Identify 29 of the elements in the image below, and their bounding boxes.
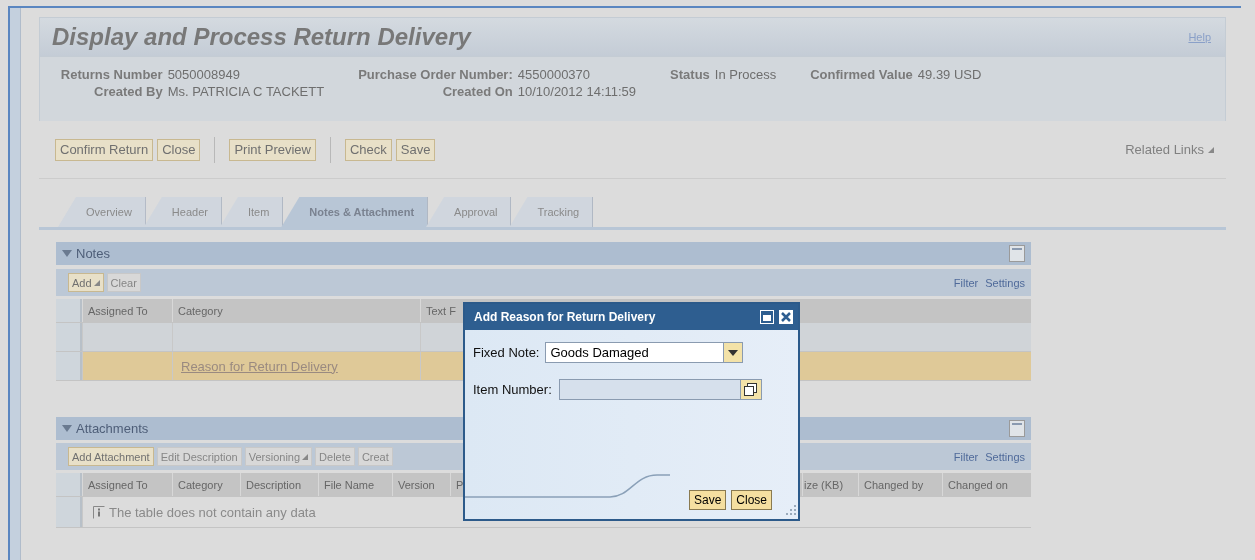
column-header: Category [172, 473, 240, 496]
field-value: In Process [713, 67, 777, 82]
field-label: Created On [441, 84, 513, 99]
field-label: Fixed Note: [473, 345, 540, 360]
field-value: 10/10/2012 14:11:59 [516, 84, 637, 99]
empty-table-message: The table does not contain any data [109, 504, 316, 520]
column-header: Changed on [942, 473, 1031, 496]
field-label: Confirmed Value [809, 67, 913, 82]
column-header: Assigned To [82, 299, 172, 322]
field-value: 4550000370 [516, 67, 592, 82]
column-header: Version [392, 473, 450, 496]
field-label: Purchase Order Number: [357, 67, 513, 82]
field-label: Status [669, 67, 710, 82]
column-header: Assigned To [82, 473, 172, 496]
column-header: Description [240, 473, 318, 496]
field-label: Item Number: [473, 382, 552, 397]
field-label: Created By [93, 84, 163, 99]
dialog-title: Add Reason for Return Delivery [474, 310, 656, 324]
column-header: Category [172, 299, 420, 322]
field-value: 5050008949 [166, 67, 241, 82]
column-header: ize (KB) [802, 473, 858, 496]
field-label: Returns Number [60, 67, 163, 82]
column-header: Changed by [858, 473, 942, 496]
field-value: 49.39 USD [916, 67, 982, 82]
panel-title: Attachments [76, 421, 149, 436]
page-title: Display and Process Return Delivery [52, 23, 471, 51]
field-value: Ms. PATRICIA C TACKETT [166, 84, 325, 99]
panel-title: Notes [76, 246, 110, 261]
column-header: File Name [318, 473, 392, 496]
